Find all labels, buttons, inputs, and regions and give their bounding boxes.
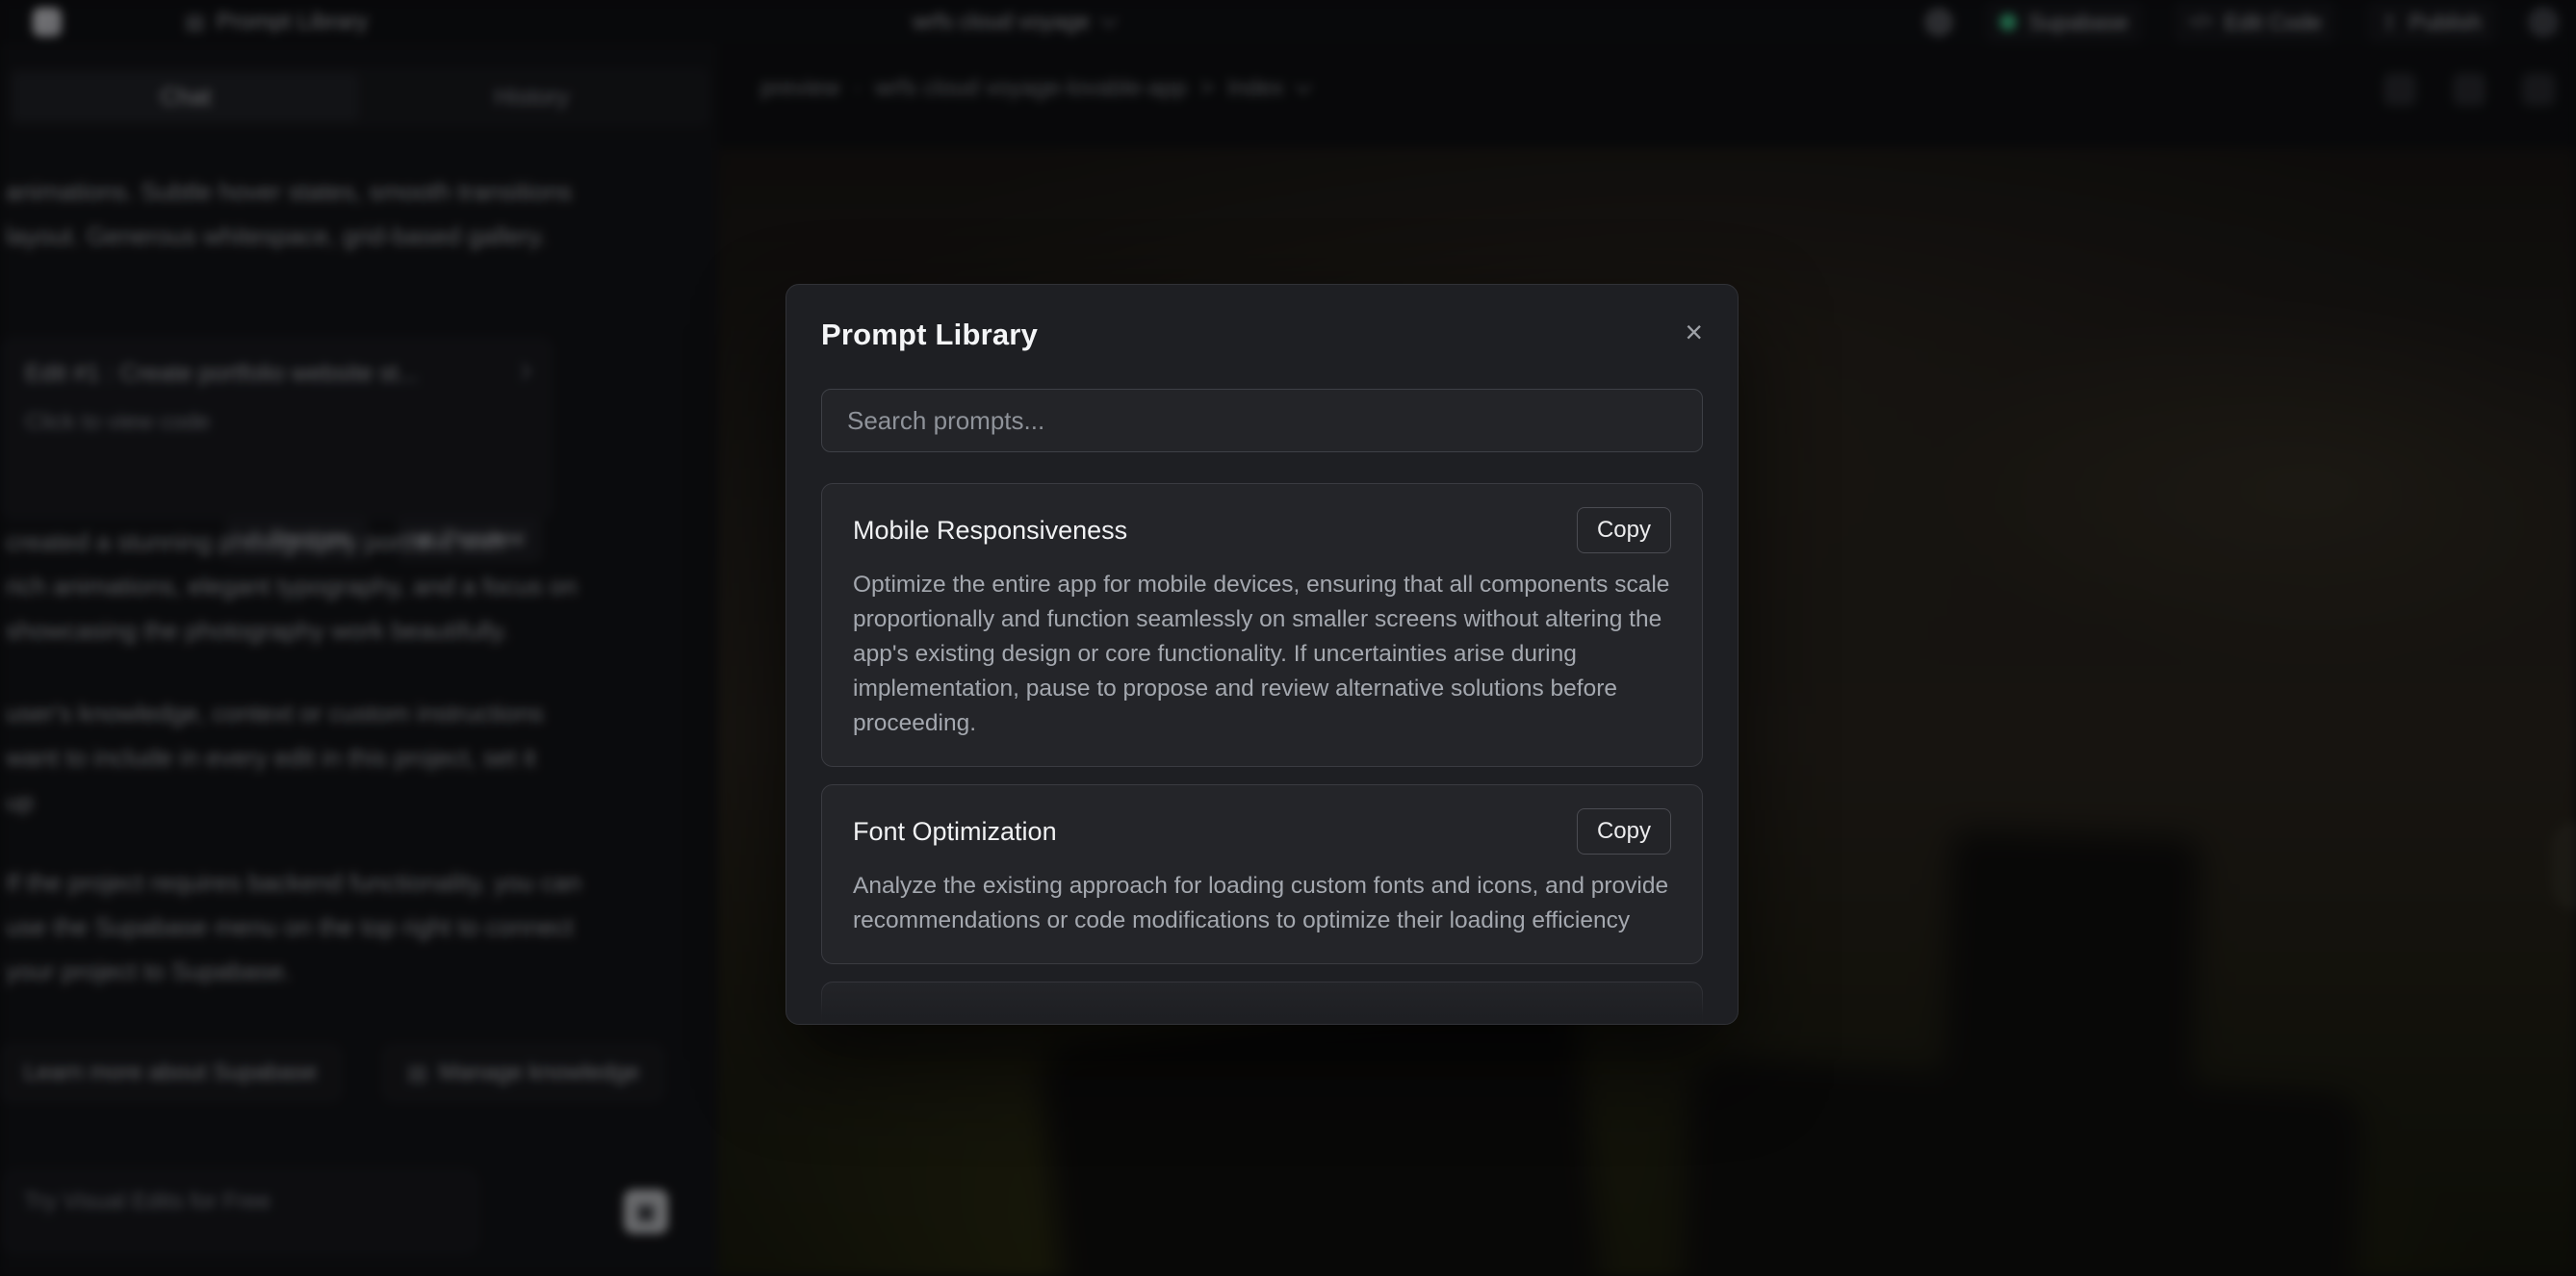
prompt-card-title: Mobile Responsiveness: [853, 516, 1127, 546]
prompt-card-description: Optimize the entire app for mobile devic…: [853, 568, 1671, 741]
close-icon[interactable]: ×: [1685, 318, 1703, 346]
search-input[interactable]: [821, 389, 1703, 452]
prompt-card: Font Optimization Copy Analyze the exist…: [821, 784, 1703, 964]
prompt-card-description: Analyze the existing approach for loadin…: [853, 869, 1671, 938]
copy-button[interactable]: Copy: [1577, 808, 1671, 855]
prompt-card: Mobile Responsiveness Copy Optimize the …: [821, 483, 1703, 767]
prompt-library-modal: Prompt Library × Mobile Responsiveness C…: [786, 284, 1739, 1025]
prompt-list[interactable]: Mobile Responsiveness Copy Optimize the …: [821, 483, 1703, 1025]
copy-button[interactable]: Copy: [1577, 507, 1671, 553]
modal-title: Prompt Library: [821, 318, 1038, 352]
list-fade: [817, 974, 1707, 1025]
screen: ▤ Prompt Library wrfs cloud voyage Supab…: [0, 0, 2576, 1276]
prompt-card-title: Font Optimization: [853, 817, 1057, 847]
